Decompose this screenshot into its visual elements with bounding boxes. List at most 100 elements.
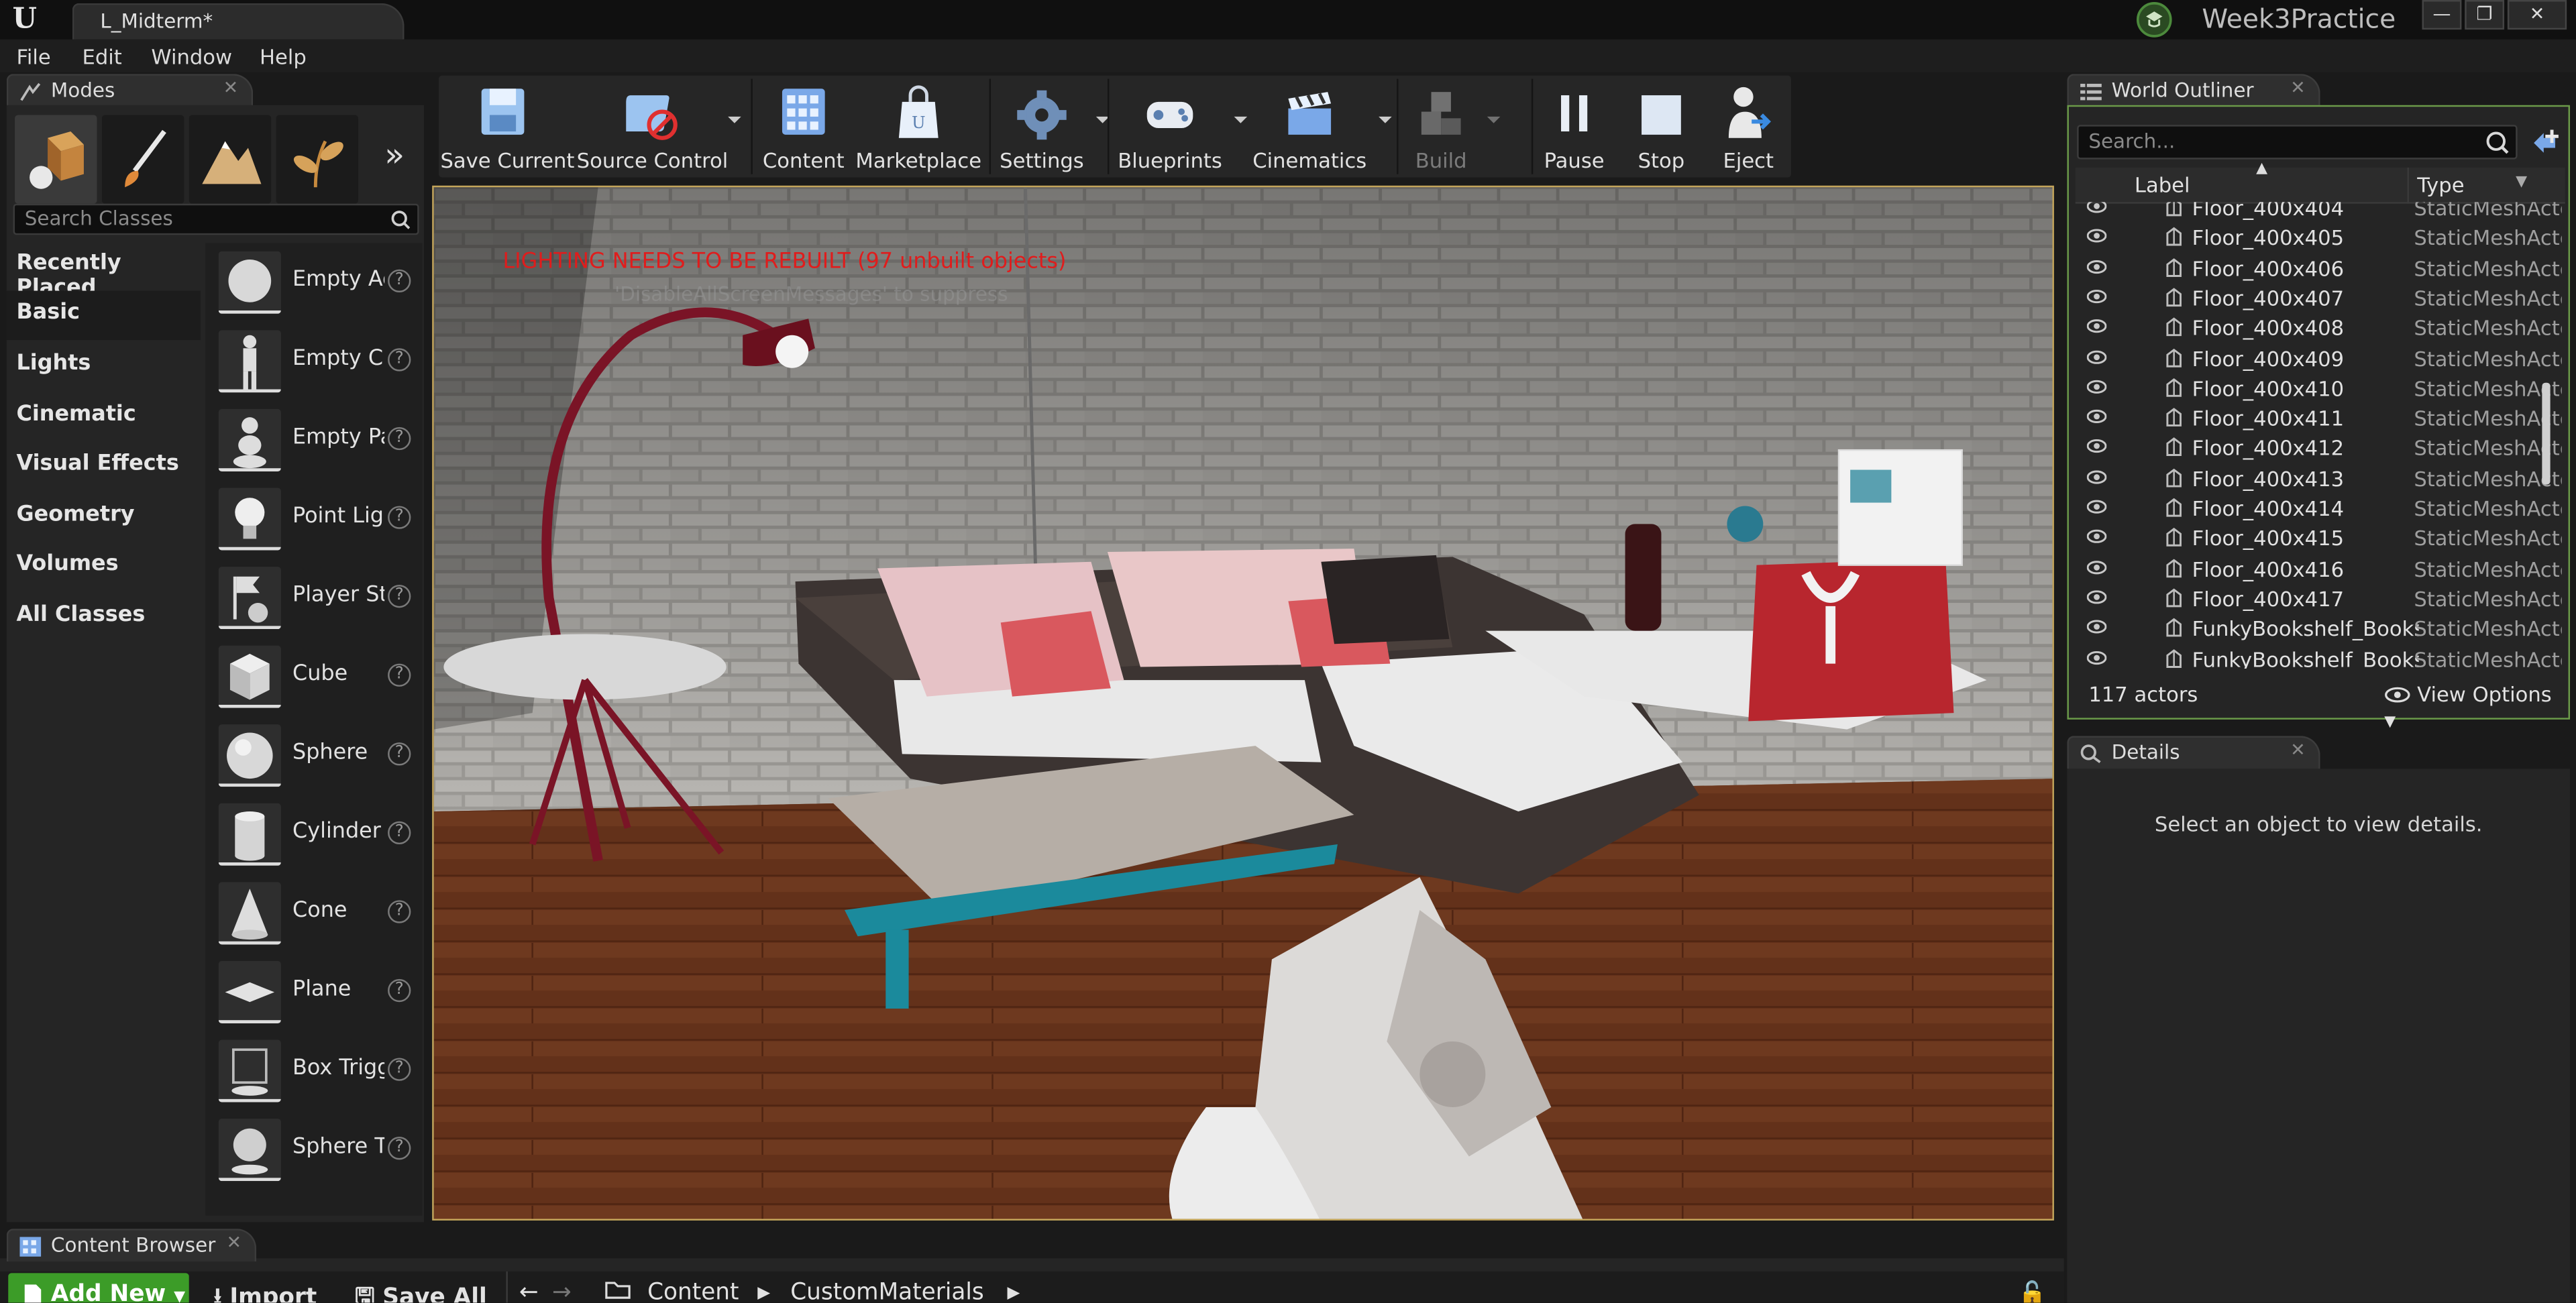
import-button[interactable]: ⭳ Import [213,1280,317,1303]
outliner-row[interactable]: Floor_400x404 StaticMeshActor [2076,202,2562,222]
place-mode-button[interactable] [15,115,97,204]
visibility-eye-icon[interactable] [2086,439,2107,454]
visibility-eye-icon[interactable] [2086,589,2107,604]
outliner-row[interactable]: Floor_400x406 StaticMeshActor [2076,252,2562,282]
chevron-down-icon[interactable] [1485,112,1501,128]
maximize-button[interactable]: ❐ [2465,0,2505,30]
close-icon[interactable]: ✕ [223,77,239,99]
place-item-cone[interactable]: Cone ? [205,874,422,953]
outliner-row[interactable]: Floor_400x417 StaticMeshActor [2076,583,2562,613]
help-icon[interactable]: ? [388,1137,411,1160]
eject-button[interactable]: Eject [1712,76,1784,178]
place-item-plane[interactable]: Plane ? [205,953,422,1032]
chevron-down-icon[interactable]: ▼ [2516,174,2527,190]
outliner-search-input[interactable]: Search... [2077,125,2518,160]
visibility-eye-icon[interactable] [2086,202,2107,213]
place-item-sphere[interactable]: Sphere ? [205,716,422,795]
place-item-empty-pawn[interactable]: Empty Pawn ? [205,401,422,480]
outliner-row[interactable]: Floor_400x416 StaticMeshActor [2076,553,2562,583]
help-icon[interactable]: ? [388,427,411,451]
outliner-scrollbar[interactable] [2542,382,2551,485]
category-lights[interactable]: Lights [7,341,201,390]
outliner-row[interactable]: Floor_400x412 StaticMeshActor [2076,433,2562,463]
more-modes-icon[interactable]: » [384,135,405,174]
world-outliner-tab[interactable]: World Outliner ✕ [2067,74,2320,107]
outliner-row[interactable]: Floor_400x409 StaticMeshActor [2076,343,2562,373]
pause-button[interactable]: Pause [1538,76,1611,178]
add-actor-icon[interactable] [2529,127,2562,160]
build-button[interactable]: Build [1403,76,1501,178]
blueprints-button[interactable]: Blueprints [1114,76,1248,178]
breadcrumb-content[interactable]: Content [647,1280,739,1302]
place-item-player-start[interactable]: Player Start ? [205,559,422,638]
minimize-button[interactable]: — [2422,0,2462,30]
help-icon[interactable]: ? [388,742,411,766]
back-arrow-icon[interactable]: ← [519,1280,539,1302]
place-item-empty-actor[interactable]: Empty Actor ? [205,243,422,323]
column-label-header[interactable]: Label [2135,172,2190,197]
search-classes-input[interactable]: Search Classes [13,203,419,235]
help-icon[interactable]: ? [388,269,411,293]
help-icon[interactable]: ? [388,900,411,923]
place-item-sphere-trigger[interactable]: Sphere Trigger ? [205,1111,422,1190]
help-icon[interactable]: ? [388,1058,411,1081]
close-icon[interactable]: ✕ [226,1232,241,1253]
save-all-button[interactable]: 🖫 Save All [355,1280,487,1303]
outliner-row[interactable]: Floor_400x407 StaticMeshActor [2076,282,2562,313]
place-item-box-trigger[interactable]: Box Trigger ? [205,1031,422,1111]
level-tab[interactable]: L_Midterm* [72,3,405,40]
stop-button[interactable]: Stop [1623,76,1699,178]
outliner-row[interactable]: Floor_400x413 StaticMeshActor [2076,463,2562,493]
visibility-eye-icon[interactable] [2086,289,2107,304]
category-recently-placed[interactable]: Recently Placed [7,241,201,300]
help-icon[interactable]: ? [388,348,411,372]
visibility-eye-icon[interactable] [2086,469,2107,484]
visibility-eye-icon[interactable] [2086,409,2107,424]
cinematics-button[interactable]: Cinematics [1249,76,1392,178]
visibility-eye-icon[interactable] [2086,500,2107,514]
paint-mode-button[interactable] [101,115,184,204]
visibility-eye-icon[interactable] [2086,650,2107,665]
category-geometry[interactable]: Geometry [7,493,201,542]
help-icon[interactable]: ? [388,978,411,1003]
visibility-eye-icon[interactable] [2086,229,2107,243]
menu-edit[interactable]: Edit [82,44,121,69]
outliner-row[interactable]: Floor_400x411 StaticMeshActor [2076,402,2562,433]
visibility-eye-icon[interactable] [2086,529,2107,544]
close-icon[interactable]: ✕ [2290,739,2306,760]
chevron-down-icon[interactable] [1232,112,1248,128]
help-icon[interactable]: ? [388,585,411,608]
help-icon[interactable]: ? [388,821,411,845]
column-type-header[interactable]: Type [2417,172,2464,197]
add-new-button[interactable]: Add New ▼ [8,1273,189,1303]
settings-button[interactable]: Settings [996,76,1110,178]
outliner-row[interactable]: Floor_400x415 StaticMeshActor [2076,523,2562,553]
save-current-button[interactable]: Save Current [440,76,574,178]
place-item-point-light[interactable]: Point Light ? [205,479,422,559]
category-all-classes[interactable]: All Classes [7,593,201,642]
outliner-row[interactable]: Floor_400x405 StaticMeshActor [2076,222,2562,252]
outliner-row[interactable]: Floor_400x414 StaticMeshActor [2076,493,2562,523]
modes-tab[interactable]: Modes ✕ [6,74,254,107]
chevron-right-icon[interactable]: ▶ [757,1285,770,1303]
help-icon[interactable]: ? [388,506,411,529]
help-icon[interactable]: ? [388,663,411,687]
visibility-eye-icon[interactable] [2086,379,2107,394]
landscape-mode-button[interactable] [189,115,272,204]
chevron-down-icon[interactable] [1377,112,1393,128]
content-browser-tab[interactable]: Content Browser ✕ [6,1229,257,1262]
marketplace-button[interactable]: U Marketplace [855,76,983,178]
content-button[interactable]: Content [759,76,848,178]
level-viewport[interactable]: LIGHTING NEEDS TO BE REBUILT (97 unbuilt… [432,185,2054,1221]
close-window-button[interactable]: ✕ [2507,0,2567,30]
view-options-button[interactable]: View Options ▼ [2384,682,2568,731]
chevron-down-icon[interactable] [727,112,743,128]
breadcrumb-custom-materials[interactable]: CustomMaterials [790,1280,984,1302]
outliner-row[interactable]: FunkyBookshelf_BookshelfStaticMeshActor [2076,643,2562,669]
foliage-mode-button[interactable] [276,115,358,204]
close-icon[interactable]: ✕ [2290,77,2306,99]
chevron-right-icon[interactable]: ▶ [1008,1285,1020,1303]
category-cinematic[interactable]: Cinematic [7,392,201,441]
category-visual-effects[interactable]: Visual Effects [7,442,201,491]
visibility-eye-icon[interactable] [2086,259,2107,274]
